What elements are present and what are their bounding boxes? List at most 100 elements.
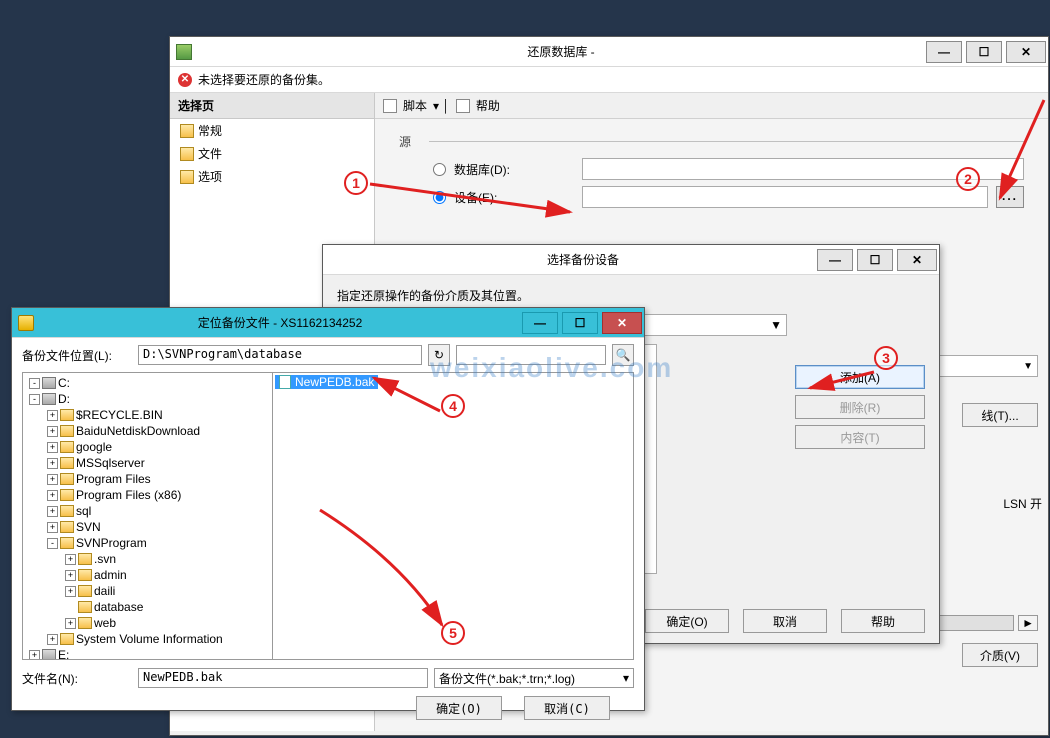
folder-icon xyxy=(78,617,92,629)
locate-backup-file-window: 定位备份文件 - XS1162134252 — ☐ ✕ 备份文件位置(L): D… xyxy=(11,307,645,711)
toolbar-help[interactable]: 帮助 xyxy=(476,97,500,114)
expand-icon[interactable]: + xyxy=(47,410,58,421)
locate-titlebar[interactable]: 定位备份文件 - XS1162134252 — ☐ ✕ xyxy=(12,308,644,338)
file-icon xyxy=(279,375,291,389)
expand-icon[interactable]: + xyxy=(47,506,58,517)
selected-file-item[interactable]: NewPEDB.bak xyxy=(275,375,378,389)
tree-node-label: admin xyxy=(94,568,127,582)
maximize-button[interactable]: ☐ xyxy=(562,312,598,334)
folder-icon xyxy=(60,489,74,501)
filter-input[interactable] xyxy=(456,345,606,365)
tree-node[interactable]: -C: xyxy=(25,375,270,391)
expand-icon[interactable]: - xyxy=(29,378,40,389)
tree-node[interactable]: +daili xyxy=(25,583,270,599)
maximize-button[interactable]: ☐ xyxy=(966,41,1002,63)
leftnav-item-files[interactable]: 文件 xyxy=(170,142,374,165)
folder-icon xyxy=(60,505,74,517)
hscroll-right-icon[interactable]: ► xyxy=(1018,615,1038,631)
tree-node[interactable]: +Program Files (x86) xyxy=(25,487,270,503)
toolbar-script[interactable]: 脚本 xyxy=(403,97,427,114)
restore-titlebar[interactable]: 还原数据库 - — ☐ ✕ xyxy=(170,37,1048,67)
expand-icon[interactable]: + xyxy=(47,442,58,453)
minimize-button[interactable]: — xyxy=(522,312,558,334)
tree-node[interactable]: +BaiduNetdiskDownload xyxy=(25,423,270,439)
tree-node[interactable]: + sql xyxy=(25,503,270,519)
minimize-button[interactable]: — xyxy=(926,41,962,63)
folder-tree[interactable]: -C:-D:+$RECYCLE.BIN+BaiduNetdiskDownload… xyxy=(23,373,273,659)
file-list-pane[interactable]: NewPEDB.bak xyxy=(273,373,633,659)
locate-title: 定位备份文件 - XS1162134252 xyxy=(40,314,520,331)
chevron-down-icon: ▾ xyxy=(623,671,629,685)
tree-node-label: google xyxy=(76,440,112,454)
leftnav-item-options[interactable]: 选项 xyxy=(170,165,374,188)
help-button[interactable]: 帮助 xyxy=(841,609,925,633)
add-button[interactable]: 添加(A) xyxy=(795,365,925,389)
refresh-button[interactable]: ↻ xyxy=(428,344,450,366)
tree-node[interactable]: +.svn xyxy=(25,551,270,567)
refresh-icon: ↻ xyxy=(434,348,444,362)
close-button[interactable]: ✕ xyxy=(602,312,642,334)
expand-icon[interactable]: + xyxy=(47,474,58,485)
expand-icon[interactable]: + xyxy=(65,618,76,629)
tree-node[interactable]: +System Volume Information xyxy=(25,631,270,647)
expand-icon[interactable]: + xyxy=(47,522,58,533)
device-path-input[interactable] xyxy=(582,186,988,208)
restore-warning-bar: ✕ 未选择要还原的备份集。 xyxy=(170,67,1048,93)
cancel-button[interactable]: 取消 xyxy=(743,609,827,633)
browse-device-button[interactable]: ... xyxy=(996,186,1024,208)
expand-icon[interactable]: + xyxy=(47,490,58,501)
expand-icon[interactable]: + xyxy=(65,554,76,565)
restore-toolbar: 脚本 ▾ │ 帮助 xyxy=(375,93,1048,119)
maximize-button[interactable]: ☐ xyxy=(857,249,893,271)
folder-icon xyxy=(78,569,92,581)
tree-node[interactable]: + google xyxy=(25,439,270,455)
filetype-combo[interactable]: 备份文件(*.bak;*.trn;*.log) ▾ xyxy=(434,668,634,688)
tree-node[interactable]: database xyxy=(25,599,270,615)
tree-node[interactable]: +Program Files xyxy=(25,471,270,487)
radio-database[interactable] xyxy=(433,163,446,176)
tree-node[interactable]: +E: xyxy=(25,647,270,659)
expand-icon[interactable]: + xyxy=(47,634,58,645)
expand-icon[interactable]: + xyxy=(47,426,58,437)
expand-icon[interactable]: + xyxy=(65,570,76,581)
folder-icon xyxy=(60,521,74,533)
tree-node[interactable]: +$RECYCLE.BIN xyxy=(25,407,270,423)
tree-node[interactable]: +SVN xyxy=(25,519,270,535)
minimize-button[interactable]: — xyxy=(817,249,853,271)
remove-button[interactable]: 删除(R) xyxy=(795,395,925,419)
location-path-input[interactable]: D:\SVNProgram\database xyxy=(138,345,422,365)
content-button[interactable]: 内容(T) xyxy=(795,425,925,449)
search-button[interactable]: 🔍 xyxy=(612,344,634,366)
ok-button[interactable]: 确定(O) xyxy=(416,696,502,720)
folder-icon xyxy=(60,457,74,469)
verify-media-button[interactable]: 介质(V) xyxy=(962,643,1038,667)
close-button[interactable]: ✕ xyxy=(1006,41,1046,63)
radio-device[interactable] xyxy=(433,191,446,204)
filename-input[interactable]: NewPEDB.bak xyxy=(138,668,428,688)
close-button[interactable]: ✕ xyxy=(897,249,937,271)
leftnav-item-general[interactable]: 常规 xyxy=(170,119,374,142)
tree-node[interactable]: -SVNProgram xyxy=(25,535,270,551)
tree-node[interactable]: +web xyxy=(25,615,270,631)
database-combo[interactable] xyxy=(582,158,1024,180)
folder-icon xyxy=(78,601,92,613)
tree-node[interactable]: + admin xyxy=(25,567,270,583)
cancel-button[interactable]: 取消(C) xyxy=(524,696,610,720)
tree-node[interactable]: +MSSqlserver xyxy=(25,455,270,471)
folder-icon xyxy=(60,537,74,549)
device-titlebar[interactable]: 选择备份设备 — ☐ ✕ xyxy=(323,245,939,275)
expand-icon[interactable]: + xyxy=(65,586,76,597)
group-source-title: 源 xyxy=(399,135,411,149)
folder-icon xyxy=(60,425,74,437)
tree-node-label: sql xyxy=(76,504,91,518)
ok-button[interactable]: 确定(O) xyxy=(645,609,729,633)
timeline-button[interactable]: 线(T)... xyxy=(962,403,1038,427)
location-label: 备份文件位置(L): xyxy=(22,347,132,364)
search-icon: 🔍 xyxy=(616,348,631,362)
expand-icon[interactable]: - xyxy=(29,394,40,405)
expand-icon[interactable]: - xyxy=(47,538,58,549)
expand-icon[interactable]: + xyxy=(47,458,58,469)
tree-node[interactable]: -D: xyxy=(25,391,270,407)
expand-icon[interactable]: + xyxy=(29,650,40,660)
page-icon xyxy=(180,147,194,161)
